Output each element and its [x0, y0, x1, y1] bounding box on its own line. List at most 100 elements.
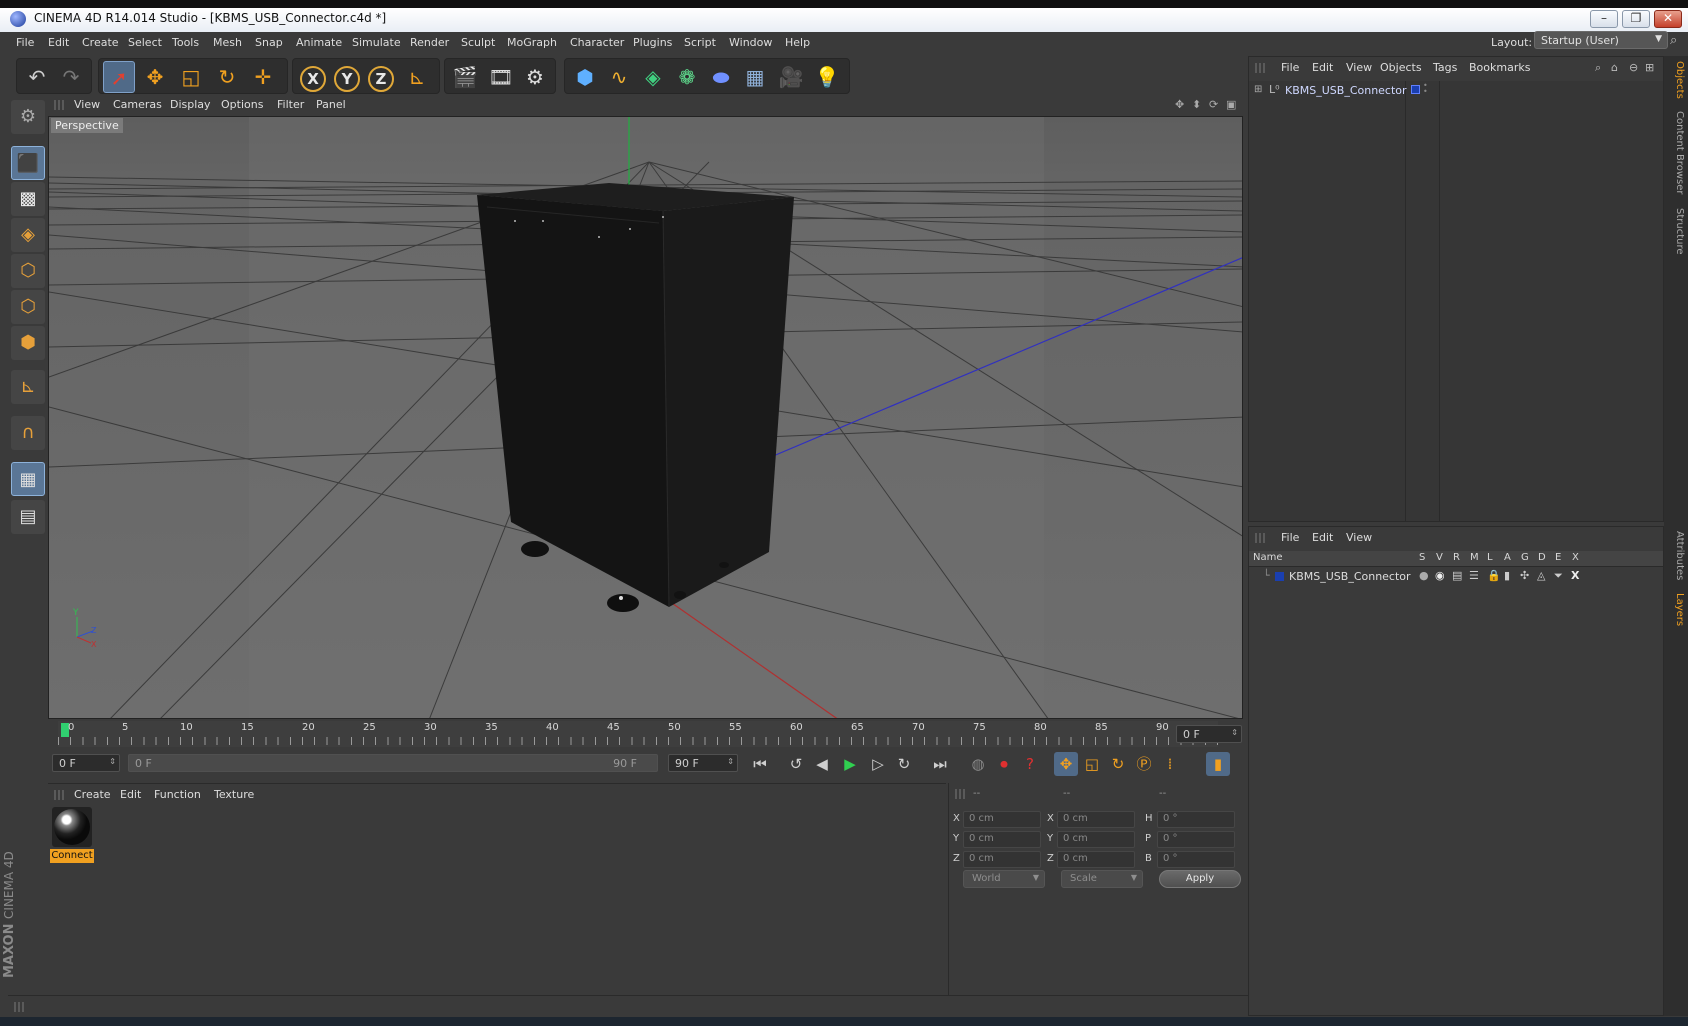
go-to-start-icon[interactable]: ⏮ — [748, 752, 772, 776]
new-window-icon[interactable]: ⊞ — [1645, 61, 1654, 74]
play-icon[interactable]: ▶ — [838, 752, 862, 776]
column-manager[interactable]: M — [1470, 552, 1479, 563]
manager-toggle-icon[interactable]: ☰ — [1469, 569, 1479, 582]
menu-create[interactable]: Create — [82, 36, 119, 49]
render-settings-icon[interactable]: ⚙ — [519, 61, 551, 93]
objects-menu-tags[interactable]: Tags — [1433, 61, 1457, 74]
pos-z-field[interactable]: 0 cm — [963, 851, 1041, 868]
tab-structure[interactable]: Structure — [1667, 206, 1685, 256]
make-editable-icon[interactable]: ⚙ — [11, 100, 45, 134]
visibility-dots-icon[interactable]: • • — [1423, 82, 1428, 96]
floor-icon[interactable]: ▦ — [739, 61, 771, 93]
objects-menu-file[interactable]: File — [1281, 61, 1299, 74]
layer-row[interactable]: └ KBMS_USB_Connector ● ◉ ▤ ☰ 🔒 ▮ ✣ ◬ ⏷ X — [1249, 569, 1663, 585]
keyframe-selection-icon[interactable]: ? — [1018, 752, 1042, 776]
layout-select[interactable]: Startup (User) ▼ — [1534, 31, 1668, 49]
key-pla-icon[interactable]: ⁞ — [1158, 752, 1182, 776]
menu-character[interactable]: Character — [570, 36, 624, 49]
last-tool-icon[interactable]: ✛ — [247, 61, 279, 93]
size-mode-dropdown[interactable]: Scale ▼ — [1061, 870, 1143, 888]
viewport-menu-filter[interactable]: Filter — [277, 98, 304, 111]
material-swatch[interactable]: Connect — [50, 807, 94, 865]
layers-menu-edit[interactable]: Edit — [1312, 531, 1333, 544]
menu-simulate[interactable]: Simulate — [352, 36, 401, 49]
close-button[interactable]: ✕ — [1654, 10, 1682, 28]
collapse-icon[interactable]: ⊖ — [1629, 61, 1638, 74]
size-y-field[interactable]: 0 cm — [1057, 831, 1135, 848]
objects-menu-bookmarks[interactable]: Bookmarks — [1469, 61, 1530, 74]
tab-objects[interactable]: Objects — [1667, 60, 1685, 100]
menu-sculpt[interactable]: Sculpt — [461, 36, 495, 49]
axis-mode-icon[interactable]: ⊾ — [11, 370, 45, 404]
animation-toggle-icon[interactable]: ▮ — [1504, 569, 1510, 582]
viewport-rotate-icon[interactable]: ⟳ — [1209, 98, 1218, 111]
tab-content-browser[interactable]: Content Browser — [1667, 108, 1685, 198]
column-animation[interactable]: A — [1504, 552, 1511, 563]
column-deformers[interactable]: D — [1538, 552, 1546, 563]
menu-edit[interactable]: Edit — [48, 36, 69, 49]
coordinate-mode-dropdown[interactable]: World ▼ — [963, 870, 1045, 888]
material-menu-texture[interactable]: Texture — [214, 788, 254, 801]
frame-range-slider[interactable]: 0 F 90 F — [128, 754, 658, 772]
pos-x-field[interactable]: 0 cm — [963, 811, 1041, 828]
tab-attributes[interactable]: Attributes — [1667, 526, 1685, 586]
autokey-icon[interactable]: ⏺ — [992, 752, 1016, 776]
key-scale-icon[interactable]: ◱ — [1080, 752, 1104, 776]
cube-icon[interactable]: ⬢ — [569, 61, 601, 93]
column-view[interactable]: V — [1436, 552, 1443, 563]
menu-plugins[interactable]: Plugins — [633, 36, 672, 49]
model-mode-icon[interactable]: ⬛ — [11, 146, 45, 180]
object-name[interactable]: KBMS_USB_Connector — [1285, 84, 1407, 97]
column-render[interactable]: R — [1453, 552, 1460, 563]
previous-key-icon[interactable]: ↺ — [784, 752, 808, 776]
layer-color-swatch[interactable] — [1411, 85, 1420, 94]
material-menu-edit[interactable]: Edit — [120, 788, 141, 801]
view-toggle-icon[interactable]: ◉ — [1435, 569, 1445, 582]
spline-icon[interactable]: ∿ — [603, 61, 635, 93]
live-selection-icon[interactable]: ➚ — [103, 61, 135, 93]
objects-menu-view[interactable]: View — [1346, 61, 1372, 74]
column-locked[interactable]: L — [1487, 552, 1493, 563]
menu-snap[interactable]: Snap — [255, 36, 283, 49]
column-generators[interactable]: G — [1521, 552, 1529, 563]
render-picture-viewer-icon[interactable]: 🎞 — [485, 61, 517, 93]
polygons-mode-icon[interactable]: ⬢ — [11, 326, 45, 360]
column-xref[interactable]: X — [1572, 552, 1579, 563]
scale-icon[interactable]: ◱ — [175, 61, 207, 93]
size-z-field[interactable]: 0 cm — [1057, 851, 1135, 868]
solo-toggle-icon[interactable]: ● — [1419, 569, 1429, 582]
locked-workplane-icon[interactable]: ▤ — [11, 500, 45, 534]
menu-animate[interactable]: Animate — [296, 36, 342, 49]
layer-color-swatch[interactable] — [1275, 572, 1284, 581]
edges-mode-icon[interactable]: ⬡ — [11, 290, 45, 324]
render-view-icon[interactable]: 🎬 — [449, 61, 481, 93]
column-expressions[interactable]: E — [1555, 552, 1561, 563]
objects-menu-objects[interactable]: Objects — [1380, 61, 1422, 74]
lock-toggle-icon[interactable]: 🔒 — [1487, 569, 1501, 582]
layer-name[interactable]: KBMS_USB_Connector — [1289, 570, 1411, 583]
z-axis-icon[interactable]: Z — [365, 61, 397, 93]
menu-script[interactable]: Script — [684, 36, 716, 49]
y-axis-icon[interactable]: Y — [331, 61, 363, 93]
menu-help[interactable]: Help — [785, 36, 810, 49]
viewport-menu-display[interactable]: Display — [170, 98, 211, 111]
rot-b-field[interactable]: 0 ° — [1157, 851, 1235, 868]
panel-grip-icon[interactable] — [54, 790, 64, 800]
points-mode-icon[interactable]: ⬡ — [11, 254, 45, 288]
render-toggle-icon[interactable]: ▤ — [1452, 569, 1462, 582]
tab-layers[interactable]: Layers — [1667, 590, 1685, 630]
panel-grip-icon[interactable] — [54, 100, 64, 110]
material-menu-create[interactable]: Create — [74, 788, 111, 801]
objects-menu-edit[interactable]: Edit — [1312, 61, 1333, 74]
viewport-menu-view[interactable]: View — [74, 98, 100, 111]
column-solo[interactable]: S — [1419, 552, 1425, 563]
pos-y-field[interactable]: 0 cm — [963, 831, 1041, 848]
menu-mesh[interactable]: Mesh — [213, 36, 242, 49]
panel-grip-icon[interactable] — [1255, 533, 1265, 543]
scene-canvas[interactable]: Y Z X — [49, 117, 1243, 719]
record-keys-icon[interactable]: ◍ — [966, 752, 990, 776]
array-icon[interactable]: ❁ — [671, 61, 703, 93]
timeline-window-icon[interactable]: ▮ — [1206, 752, 1230, 776]
xref-toggle-icon[interactable]: X — [1571, 569, 1579, 582]
rotate-icon[interactable]: ↻ — [211, 61, 243, 93]
